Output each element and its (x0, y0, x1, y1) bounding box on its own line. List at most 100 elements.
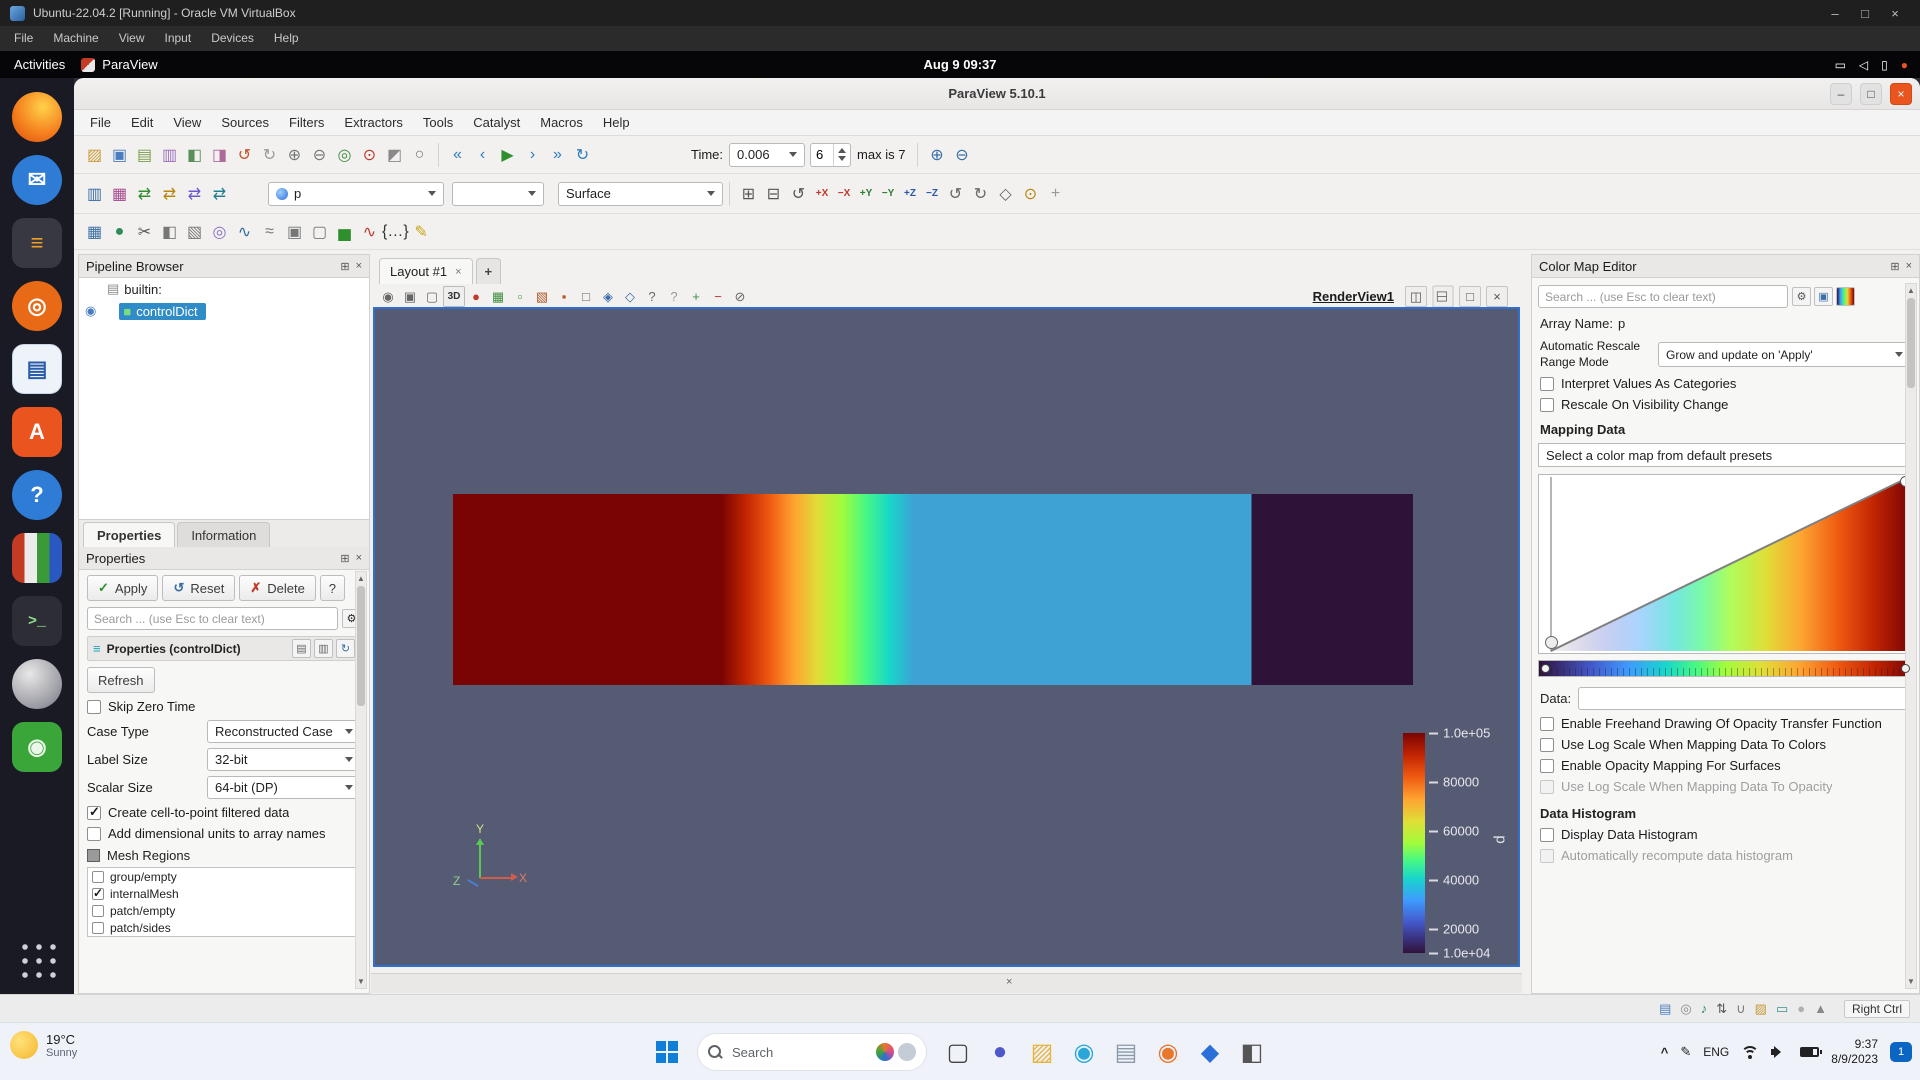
view-minus-z-icon[interactable]: −Z (921, 181, 943, 206)
warp-filter-icon[interactable]: ≈ (257, 219, 282, 244)
zoom-to-data-icon[interactable]: ⊟ (761, 181, 786, 206)
undock-icon[interactable]: ⊞ (340, 260, 349, 273)
visibility-eye-icon[interactable]: ◉ (85, 303, 96, 319)
shared-folders-status-icon[interactable]: ▨ (1755, 1001, 1767, 1017)
loop-icon[interactable]: ↻ (570, 142, 595, 167)
view-plus-z-icon[interactable]: +Z (899, 181, 921, 206)
checkbox-log-scale-colors[interactable]: Use Log Scale When Mapping Data To Color… (1540, 737, 1911, 752)
transfer-function-editor[interactable] (1538, 474, 1913, 655)
menu-catalyst[interactable]: Catalyst (463, 115, 530, 130)
close-panel-icon[interactable]: × (356, 552, 362, 565)
context-help-button[interactable]: ? (319, 575, 346, 601)
tray-chevron-icon[interactable]: ^ (1661, 1045, 1669, 1060)
frame-spinner[interactable] (810, 142, 852, 167)
checkbox-log-scale-opacity[interactable]: Use Log Scale When Mapping Data To Opaci… (1540, 779, 1911, 794)
rescale-visible-icon[interactable]: ⇄ (207, 181, 232, 206)
reset-session-icon[interactable]: ⊙ (357, 142, 382, 167)
firefox-taskbar-icon[interactable]: ◉ (1147, 1031, 1189, 1073)
close-panel-icon[interactable]: × (1906, 260, 1912, 273)
checkbox-rescale-visibility[interactable]: Rescale On Visibility Change (1540, 397, 1911, 412)
paraview-dock-icon[interactable] (12, 533, 62, 583)
mesh-region-group-empty[interactable]: group/empty (88, 868, 360, 885)
close-tab-icon[interactable]: × (455, 266, 461, 278)
rescale-to-data-icon[interactable]: ⇄ (132, 181, 157, 206)
select-frustum-cells-icon[interactable]: ▧ (531, 286, 553, 307)
play-icon[interactable]: ▶ (495, 142, 520, 167)
histogram-icon[interactable]: ▅ (332, 219, 357, 244)
restore-defaults-icon[interactable]: ↻ (336, 639, 355, 658)
screencast-icon[interactable]: ▭ (1835, 58, 1846, 72)
usb-status-icon[interactable]: ∪ (1736, 1001, 1746, 1017)
vbox-menu-file[interactable]: File (4, 26, 43, 51)
checkbox-box[interactable] (1540, 848, 1554, 863)
maximize-view-icon[interactable]: □ (1459, 286, 1481, 307)
battery-tray-icon[interactable]: ▯ (1881, 58, 1888, 72)
taskbar-clock[interactable]: 9:37 8/9/2023 (1831, 1037, 1878, 1067)
previous-frame-icon[interactable]: ‹ (470, 142, 495, 167)
hdd-status-icon[interactable]: ▤ (1659, 1001, 1671, 1017)
orientation-axes-icon[interactable]: + (1043, 181, 1068, 206)
checkbox-box[interactable] (92, 904, 104, 917)
time-value-combo[interactable]: 0.006 (729, 142, 806, 167)
teams-chat-icon[interactable]: ● (979, 1031, 1021, 1073)
spreadsheet-view-icon[interactable]: ▦ (82, 219, 107, 244)
volume-icon[interactable] (1771, 1046, 1788, 1058)
properties-scrollbar[interactable]: ▲ ▼ (355, 571, 367, 989)
libreoffice-writer-dock-icon[interactable]: ▤ (12, 344, 62, 394)
checkbox-display-histogram[interactable]: Display Data Histogram (1540, 827, 1911, 842)
checkbox-box[interactable] (92, 921, 104, 934)
clear-selection-icon[interactable]: ⊘ (729, 286, 751, 307)
colormap-search-input[interactable] (1538, 285, 1788, 308)
vbox-menu-devices[interactable]: Devices (201, 26, 264, 51)
zoom-box-icon[interactable]: ⊕ (924, 142, 949, 167)
load-palette-icon[interactable]: ◩ (382, 142, 407, 167)
isometric-view-icon[interactable]: ◇ (993, 181, 1018, 206)
mesh-region-patch-sides[interactable]: patch/sides (88, 919, 360, 936)
select-block-icon[interactable]: □ (575, 286, 597, 307)
save-animation-icon[interactable]: ◨ (207, 142, 232, 167)
pv-maximize-button[interactable]: □ (1860, 83, 1882, 105)
connect-icon[interactable]: ⊕ (282, 142, 307, 167)
contour-filter-icon[interactable]: ◎ (207, 219, 232, 244)
representation-combo[interactable]: Surface (558, 181, 723, 206)
cfd-surface[interactable] (453, 494, 1413, 685)
color-array-combo[interactable]: p (268, 181, 444, 206)
group-datasets-icon[interactable]: ▣ (282, 219, 307, 244)
checkbox-box[interactable] (1540, 397, 1554, 412)
mesh-region-internalmesh[interactable]: internalMesh (88, 885, 360, 902)
zoom-to-box-icon[interactable]: ⊞ (736, 181, 761, 206)
vbox-close-button[interactable]: × (1880, 6, 1910, 21)
mesh-region-patch-empty[interactable]: patch/empty (88, 902, 360, 919)
glyph-filter-icon[interactable]: ● (107, 219, 132, 244)
rescale-mode-combo[interactable]: Grow and update on 'Apply' (1658, 342, 1911, 368)
view-minus-y-icon[interactable]: −Y (877, 181, 899, 206)
label-size-combo[interactable]: 32-bit (207, 748, 361, 771)
help-dock-icon[interactable]: ? (12, 470, 62, 520)
paraview-titlebar[interactable]: ParaView 5.10.1 (74, 78, 1920, 110)
case-type-combo[interactable]: Reconstructed Case (207, 720, 361, 743)
menu-sources[interactable]: Sources (211, 115, 279, 130)
split-horizontal-icon[interactable]: ◫ (1405, 286, 1427, 307)
mesh-regions-checkall-icon[interactable] (87, 849, 100, 862)
menu-filters[interactable]: Filters (279, 115, 334, 130)
undock-icon[interactable]: ⊞ (340, 552, 349, 565)
reset-camera-icon[interactable]: ↺ (786, 181, 811, 206)
choose-preset-icon[interactable] (1836, 287, 1855, 306)
slice-filter-icon[interactable]: ◧ (157, 219, 182, 244)
optical-status-icon[interactable]: ◎ (1680, 1001, 1691, 1017)
threshold-filter-icon[interactable]: ▧ (182, 219, 207, 244)
ubuntu-software-dock-icon[interactable]: A (12, 407, 62, 457)
vbox-maximize-button[interactable]: □ (1850, 6, 1880, 21)
undock-icon[interactable]: ⊞ (1890, 260, 1899, 273)
rhythmbox-dock-icon[interactable]: ◎ (12, 281, 62, 331)
checkbox-box[interactable] (92, 886, 104, 900)
checkbox-box[interactable] (1540, 376, 1554, 391)
measure-icon[interactable]: ✎ (409, 219, 434, 244)
rescale-temporal-icon[interactable]: ⇄ (182, 181, 207, 206)
file-explorer-icon[interactable]: ▨ (1021, 1031, 1063, 1073)
checkbox-interpret-categories[interactable]: Interpret Values As Categories (1540, 376, 1911, 391)
menu-tools[interactable]: Tools (413, 115, 463, 130)
menu-edit[interactable]: Edit (121, 115, 163, 130)
delete-button[interactable]: ✗ Delete (239, 575, 316, 601)
text-editor-dock-icon[interactable]: ≡ (12, 218, 62, 268)
